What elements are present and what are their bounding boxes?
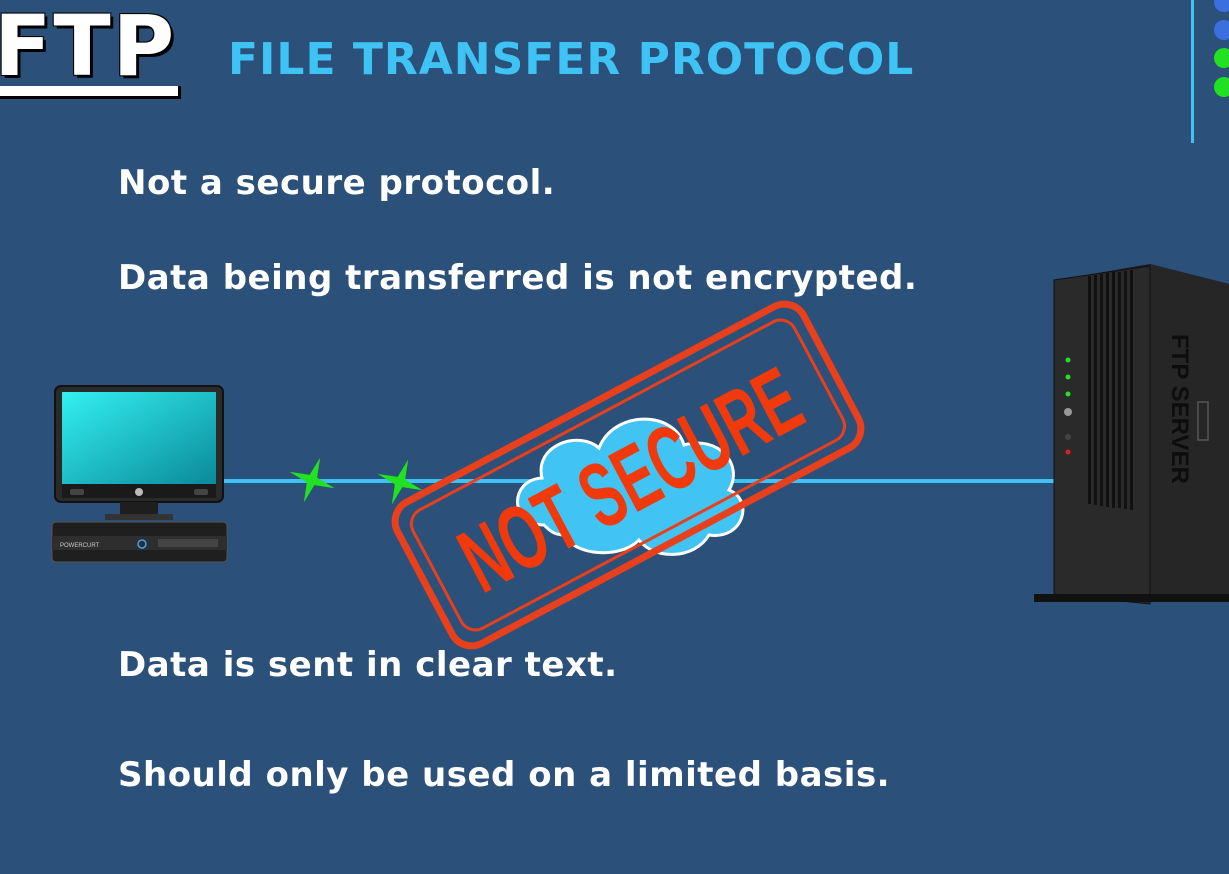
slide-title: FILE TRANSFER PROTOCOL — [228, 34, 915, 85]
side-divider — [1191, 0, 1194, 143]
not-secure-stamp: NOT SECURE — [391, 300, 865, 650]
nav-dot-blue-2 — [1214, 20, 1229, 40]
computer-icon: POWERCURT — [51, 385, 228, 563]
computer-brand: POWERCURT — [60, 543, 100, 549]
bullet-clear-text: Data is sent in clear text. — [118, 645, 618, 685]
packet-marker-icon — [289, 457, 335, 503]
server-label: FTP SERVER — [1166, 334, 1193, 484]
bullet-limited-basis: Should only be used on a limited basis. — [118, 755, 891, 795]
ftp-logo: FTP — [0, 0, 177, 95]
bullet-not-encrypted: Data being transferred is not encrypted. — [118, 258, 918, 298]
bullet-not-secure: Not a secure protocol. — [118, 163, 556, 203]
ftp-server-icon: FTP SERVER — [1034, 264, 1229, 605]
logo-underline — [0, 86, 181, 99]
nav-dot-green-1 — [1214, 48, 1229, 68]
nav-dot-blue-1 — [1214, 0, 1229, 12]
nav-dot-green-2 — [1214, 77, 1229, 97]
